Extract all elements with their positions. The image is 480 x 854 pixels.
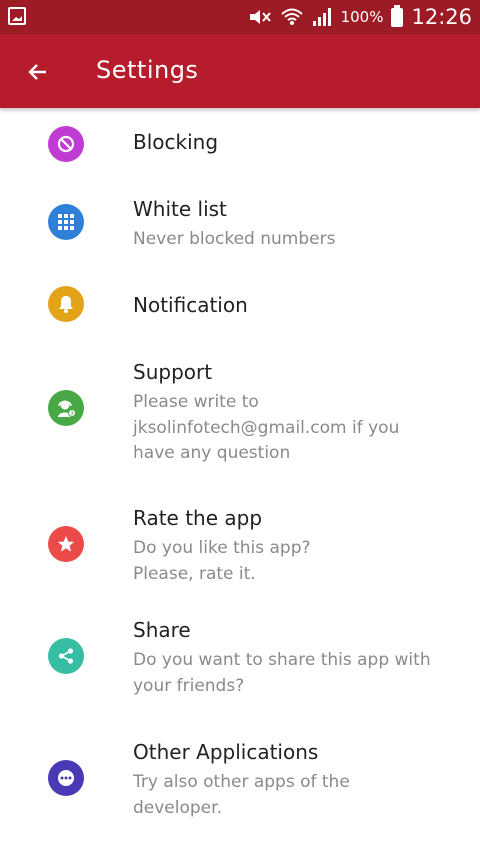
battery-icon: [391, 4, 404, 27]
battery-percent: 100%: [340, 8, 384, 26]
status-time: 12:26: [411, 5, 472, 29]
settings-item-support[interactable]: ? Support Please write to jksolinfotech@…: [0, 342, 480, 476]
more-icon: [48, 760, 84, 796]
item-title: Share: [133, 618, 191, 642]
item-subtitle: Do you like this app? Please, rate it.: [133, 538, 311, 584]
signal-icon: [312, 8, 331, 26]
support-agent-icon: ?: [48, 390, 84, 426]
item-title: Blocking: [133, 130, 219, 154]
status-icons: 100% 12:26: [247, 0, 472, 34]
share-icon: [48, 638, 84, 674]
item-subtitle: Try also other apps of the developer.: [133, 772, 350, 818]
gallery-notification-icon: [8, 7, 26, 25]
mute-icon: [249, 10, 271, 24]
grid-icon: [48, 204, 84, 240]
item-subtitle: Do you want to share this app with your …: [133, 650, 431, 696]
page-title: Settings: [96, 56, 199, 84]
settings-item-other-applications[interactable]: Other Applications Try also other apps o…: [0, 706, 480, 830]
settings-item-white-list[interactable]: White list Never blocked numbers: [0, 182, 480, 268]
item-subtitle: Please write to jksolinfotech@gmail.com …: [133, 392, 400, 463]
settings-item-share[interactable]: Share Do you want to share this app with…: [0, 588, 480, 706]
item-title: Other Applications: [133, 740, 319, 764]
item-title: Support: [133, 360, 213, 384]
svg-text:?: ?: [71, 411, 74, 417]
arrow-back-icon: [28, 64, 46, 80]
settings-item-blocking[interactable]: Blocking: [0, 108, 480, 182]
item-title: Rate the app: [133, 506, 263, 530]
item-subtitle: Never blocked numbers: [133, 229, 336, 249]
status-bar: 100% 12:26: [0, 0, 480, 34]
wifi-icon: [280, 8, 303, 25]
item-title: Notification: [133, 293, 248, 317]
item-title: White list: [133, 197, 227, 221]
block-icon: [48, 126, 84, 162]
settings-item-notification[interactable]: Notification: [0, 268, 480, 342]
app-bar: Settings: [0, 34, 480, 108]
star-icon: [48, 526, 84, 562]
bell-icon: [48, 286, 84, 322]
back-button[interactable]: [18, 52, 58, 92]
settings-item-rate-the-app[interactable]: Rate the app Do you like this app? Pleas…: [0, 476, 480, 588]
